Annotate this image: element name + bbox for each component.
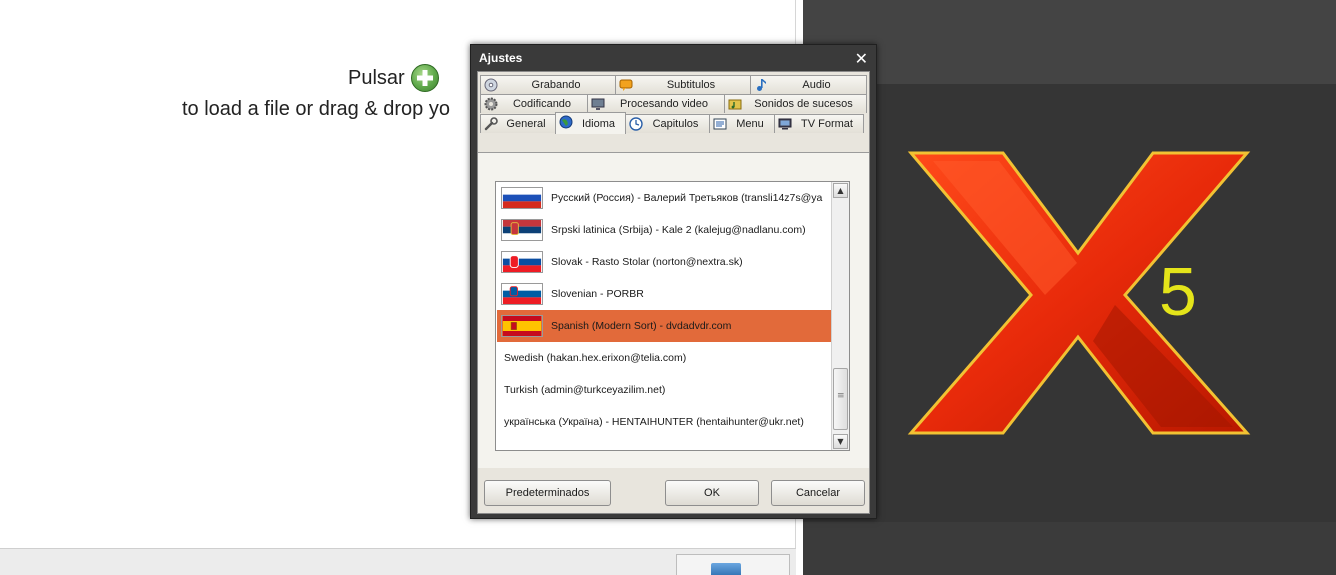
slovenia-flag-icon (501, 283, 543, 305)
tab-sonidos-de-sucesos[interactable]: Sonidos de sucesos (724, 94, 867, 113)
tab-procesando-video[interactable]: Procesando video (587, 94, 725, 113)
tv-icon (778, 118, 792, 130)
tab-menu[interactable]: Menu (709, 114, 775, 133)
monitor-icon (591, 98, 605, 110)
list-item[interactable]: Swedish (hakan.hex.erixon@telia.com) (497, 342, 831, 374)
sound-folder-icon (728, 99, 742, 110)
speech-bubble-icon (619, 79, 633, 91)
logo-panel-footer (803, 522, 1336, 575)
russia-flag-icon (501, 187, 543, 209)
tab-idioma[interactable]: Idioma (555, 112, 626, 134)
list-scrollbar[interactable]: ▲ ▼ (831, 182, 849, 450)
scrollbar-thumb[interactable] (833, 368, 848, 430)
menu-icon (713, 118, 727, 130)
tab-codificando[interactable]: Codificando (480, 94, 588, 113)
film-icon (711, 563, 741, 575)
wrench-icon (484, 117, 498, 131)
settings-dialog: Ajustes ✕ Grabando Subtitulos Audio Codi… (470, 44, 877, 519)
pulsar-line: Pulsar (348, 64, 439, 92)
list-item[interactable]: Slovak - Rasto Stolar (norton@nextra.sk) (497, 246, 831, 278)
disc-icon (484, 78, 498, 92)
slovakia-flag-icon (501, 251, 543, 273)
list-item[interactable]: Turkish (admin@turkceyazilim.net) (497, 374, 831, 406)
tabs-row-2: Codificando Procesando video Sonidos de … (480, 94, 867, 113)
serbia-flag-icon (501, 219, 543, 241)
cancel-button[interactable]: Cancelar (771, 480, 865, 506)
list-item-selected[interactable]: Spanish (Modern Sort) - dvdadvdr.com (497, 310, 831, 342)
pulsar-label: Pulsar (348, 66, 405, 89)
defaults-button[interactable]: Predeterminados (484, 480, 611, 506)
tab-audio[interactable]: Audio (750, 75, 867, 94)
scroll-down-arrow-icon[interactable]: ▼ (833, 434, 848, 449)
tab-grabando[interactable]: Grabando (480, 75, 616, 94)
clock-icon (629, 117, 643, 131)
dialog-body: Grabando Subtitulos Audio Codificando Pr… (477, 71, 870, 514)
x-logo-icon (907, 151, 1251, 435)
load-hint-text: to load a file or drag & drop yo (182, 98, 450, 120)
version-number: 5 (1159, 254, 1197, 330)
tabs-row-3: General Idioma Capitulos Menu TV Format (480, 112, 864, 134)
tab-subtitulos[interactable]: Subtitulos (615, 75, 751, 94)
list-item[interactable]: Slovenian - PORBR (497, 278, 831, 310)
tabs-row-1: Grabando Subtitulos Audio (480, 75, 867, 94)
idioma-panel: Русский (Россия) - Валерий Третьяков (tr… (478, 152, 869, 468)
language-list[interactable]: Русский (Россия) - Валерий Третьяков (tr… (495, 181, 850, 451)
convert-button[interactable] (676, 554, 790, 575)
add-file-icon[interactable] (410, 64, 439, 92)
tab-capitulos[interactable]: Capitulos (625, 114, 710, 133)
tab-general[interactable]: General (480, 114, 556, 133)
spain-flag-icon (501, 315, 543, 337)
list-item[interactable]: Srpski latinica (Srbija) - Kale 2 (kalej… (497, 214, 831, 246)
tab-tv-format[interactable]: TV Format (774, 114, 864, 133)
list-item[interactable]: Русский (Россия) - Валерий Третьяков (tr… (497, 182, 831, 214)
gear-icon (484, 97, 498, 111)
list-item[interactable]: українська (Україна) - HENTAIHUNTER (hen… (497, 406, 831, 438)
dialog-title: Ajustes (471, 45, 876, 71)
globe-icon (559, 115, 573, 129)
music-note-icon (757, 79, 766, 91)
ok-button[interactable]: OK (665, 480, 759, 506)
logo-panel: 5 (803, 0, 1336, 575)
logo-panel-header (803, 0, 1336, 84)
scroll-up-arrow-icon[interactable]: ▲ (833, 183, 848, 198)
close-icon[interactable]: ✕ (855, 49, 868, 68)
